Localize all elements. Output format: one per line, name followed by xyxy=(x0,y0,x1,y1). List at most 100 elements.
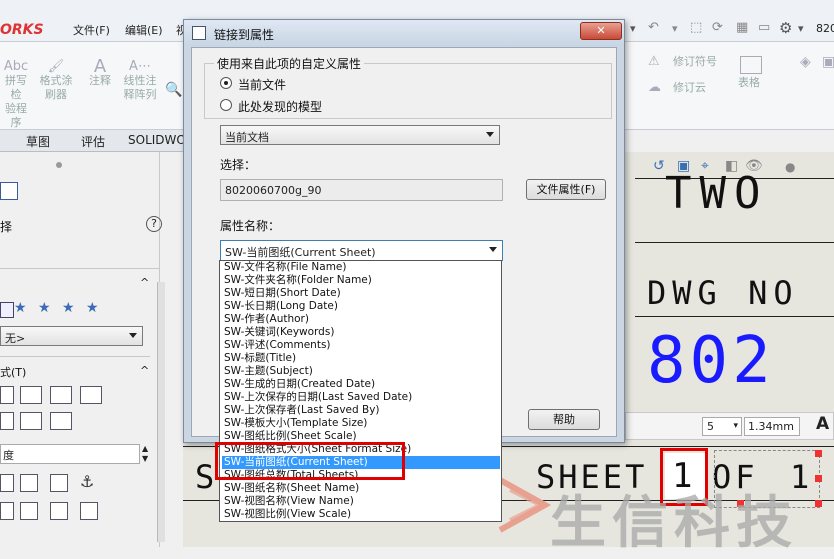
file-icon[interactable]: ▭ xyxy=(758,20,770,35)
menu-file[interactable]: 文件(F) xyxy=(73,22,110,38)
dropdown-option[interactable]: SW-短日期(Short Date) xyxy=(222,287,500,300)
geometric-tolerance-icon[interactable] xyxy=(0,502,14,520)
save-style-icon[interactable]: ★ xyxy=(62,300,75,316)
angle-field[interactable]: 度 xyxy=(0,444,140,464)
style-combo[interactable]: 无> xyxy=(0,326,143,346)
file-properties-button[interactable]: 文件属性(F) xyxy=(526,179,606,200)
ribbon-revision-symbol[interactable]: 修订符号 xyxy=(673,55,717,69)
datum-icon[interactable] xyxy=(50,502,68,520)
menu-edit[interactable]: 编辑(E) xyxy=(125,22,163,38)
align-left-icon[interactable] xyxy=(0,386,14,404)
panel-grip[interactable] xyxy=(56,162,62,168)
gear-dropdown-icon[interactable]: ▾ xyxy=(798,22,804,35)
ribbon-spell-check[interactable]: Abc 拼写检 验程序 xyxy=(0,60,32,130)
ribbon-format-painter[interactable]: 🖌 格式涂 刷器 xyxy=(38,60,74,102)
dropdown-option[interactable]: SW-上次保存的日期(Last Saved Date) xyxy=(222,391,500,404)
justify-icon[interactable] xyxy=(80,386,102,404)
spinner-icon[interactable]: ▲ ▼ xyxy=(142,444,148,464)
collapse-icon[interactable]: ^ xyxy=(140,276,149,289)
tab-sketch[interactable]: 草图 xyxy=(26,133,50,150)
dropdown-option[interactable]: SW-图纸名称(Sheet Name) xyxy=(222,482,500,495)
close-button[interactable]: ✕ xyxy=(580,22,622,40)
feature-tree-icon[interactable] xyxy=(0,182,18,200)
align-bottom-icon[interactable] xyxy=(50,412,72,430)
dropdown-option[interactable]: SW-模板大小(Template Size) xyxy=(222,417,500,430)
font-format-button[interactable]: A xyxy=(816,414,829,434)
dropdown-option[interactable]: SW-上次保存者(Last Saved By) xyxy=(222,404,500,417)
dropdown-option[interactable]: SW-文件夹名称(Folder Name) xyxy=(222,274,500,287)
panel-scrollbar[interactable] xyxy=(157,282,165,542)
radio-model-found-label[interactable]: 此处发现的模型 xyxy=(238,98,322,115)
radio-model-found[interactable] xyxy=(220,99,232,111)
square-root-icon[interactable] xyxy=(20,502,38,520)
dropdown-option[interactable]: SW-评述(Comments) xyxy=(222,339,500,352)
gear-icon[interactable]: ⚙ xyxy=(779,19,792,37)
delete-style-icon[interactable]: ★ xyxy=(38,300,51,316)
add-symbol-icon[interactable] xyxy=(50,474,68,492)
radio-current-file-label[interactable]: 当前文件 xyxy=(238,76,286,93)
property-name-dropdown: SW-文件名称(File Name) SW-文件夹名称(Folder Name) S… xyxy=(219,260,502,522)
ribbon-label: 释阵列 xyxy=(123,88,157,101)
ribbon-revision-cloud[interactable]: 修订云 xyxy=(673,81,706,95)
dropdown-option[interactable]: SW-生成的日期(Created Date) xyxy=(222,378,500,391)
chevron-down-icon xyxy=(129,333,137,338)
tab-solidworks-addins[interactable]: SOLIDWO xyxy=(128,133,186,147)
hatch-icon[interactable]: ◈ xyxy=(800,54,811,70)
undo-icon[interactable]: ↶ xyxy=(648,20,659,35)
radio-current-file[interactable] xyxy=(220,77,232,89)
property-name-combo[interactable]: SW-当前图纸(Current Sheet) xyxy=(220,240,503,261)
dwg-no-label: DWG NO xyxy=(647,274,799,312)
selection-value: 8020060700g_90 xyxy=(225,184,322,197)
help-button[interactable]: 帮助 xyxy=(528,409,600,430)
undo-dropdown-icon[interactable]: ▾ xyxy=(672,22,678,35)
rotate-view-icon[interactable]: ↺ xyxy=(653,158,665,174)
dropdown-arrow-icon[interactable]: ▾ xyxy=(630,22,636,35)
ribbon-label: 刷器 xyxy=(45,88,67,101)
ribbon-label: 拼写检 xyxy=(5,74,27,101)
lock-symbol-icon[interactable]: ⚓ xyxy=(80,472,94,491)
dropdown-option[interactable]: SW-视图比例(View Scale) xyxy=(222,508,500,521)
add-style-icon[interactable]: ★ xyxy=(14,300,27,316)
magnifier-icon[interactable]: 🔍 xyxy=(165,82,182,98)
stack-note-icon[interactable] xyxy=(80,502,98,520)
selection-handle[interactable] xyxy=(815,475,822,482)
dropdown-option[interactable]: SW-作者(Author) xyxy=(222,313,500,326)
font-size-select[interactable]: 5 ▾ xyxy=(702,417,742,436)
select-icon[interactable]: ⬚ xyxy=(690,20,702,35)
selection-handle[interactable] xyxy=(815,450,822,457)
dropdown-option[interactable]: SW-主题(Subject) xyxy=(222,365,500,378)
link-icon[interactable] xyxy=(0,474,14,492)
dropdown-option[interactable]: SW-视图名称(View Name) xyxy=(222,495,500,508)
style-icon[interactable] xyxy=(0,302,14,318)
document-combo[interactable]: 当前文档 xyxy=(220,125,500,145)
dialog-title-bar[interactable]: 链接到属性 ✕ xyxy=(184,20,624,46)
group-label: 使用来自此项的自定义属性 xyxy=(214,55,365,72)
revision-cloud-icon: ☁ xyxy=(648,80,661,95)
pattern-icon: A⋯ xyxy=(129,59,151,74)
dropdown-option[interactable]: SW-标题(Title) xyxy=(222,352,500,365)
align-right-icon[interactable] xyxy=(50,386,72,404)
document-combo-value: 当前文档 xyxy=(225,131,269,144)
ribbon-note[interactable]: A 注释 xyxy=(86,58,114,88)
collapse-icon[interactable]: ^ xyxy=(140,364,149,377)
ribbon-table[interactable]: 表格 xyxy=(738,76,760,90)
text-height-field[interactable]: 1.34mm xyxy=(744,417,800,436)
dropdown-option[interactable]: SW-关键词(Keywords) xyxy=(222,326,500,339)
appearance-icon[interactable]: ● xyxy=(785,160,795,174)
align-middle-icon[interactable] xyxy=(20,412,42,430)
block-icon[interactable]: ▣ xyxy=(822,54,834,70)
help-icon[interactable]: ? xyxy=(146,216,162,232)
load-style-icon[interactable]: ★ xyxy=(86,300,99,316)
ribbon-linear-note-pattern[interactable]: A⋯ 线性注 释阵列 xyxy=(118,60,162,102)
align-top-icon[interactable] xyxy=(0,412,14,430)
divider xyxy=(0,268,160,269)
selection-handle[interactable] xyxy=(815,500,822,507)
revision-symbol-icon: ⚠ xyxy=(648,54,660,69)
tab-evaluate[interactable]: 评估 xyxy=(81,133,105,150)
rebuild-icon[interactable]: ⟳ xyxy=(712,20,723,35)
print-icon[interactable]: ▦ xyxy=(736,20,748,35)
align-center-icon[interactable] xyxy=(20,386,42,404)
link-property-icon[interactable] xyxy=(20,474,38,492)
dropdown-option[interactable]: SW-长日期(Long Date) xyxy=(222,300,500,313)
dropdown-option[interactable]: SW-文件名称(File Name) xyxy=(222,261,500,274)
